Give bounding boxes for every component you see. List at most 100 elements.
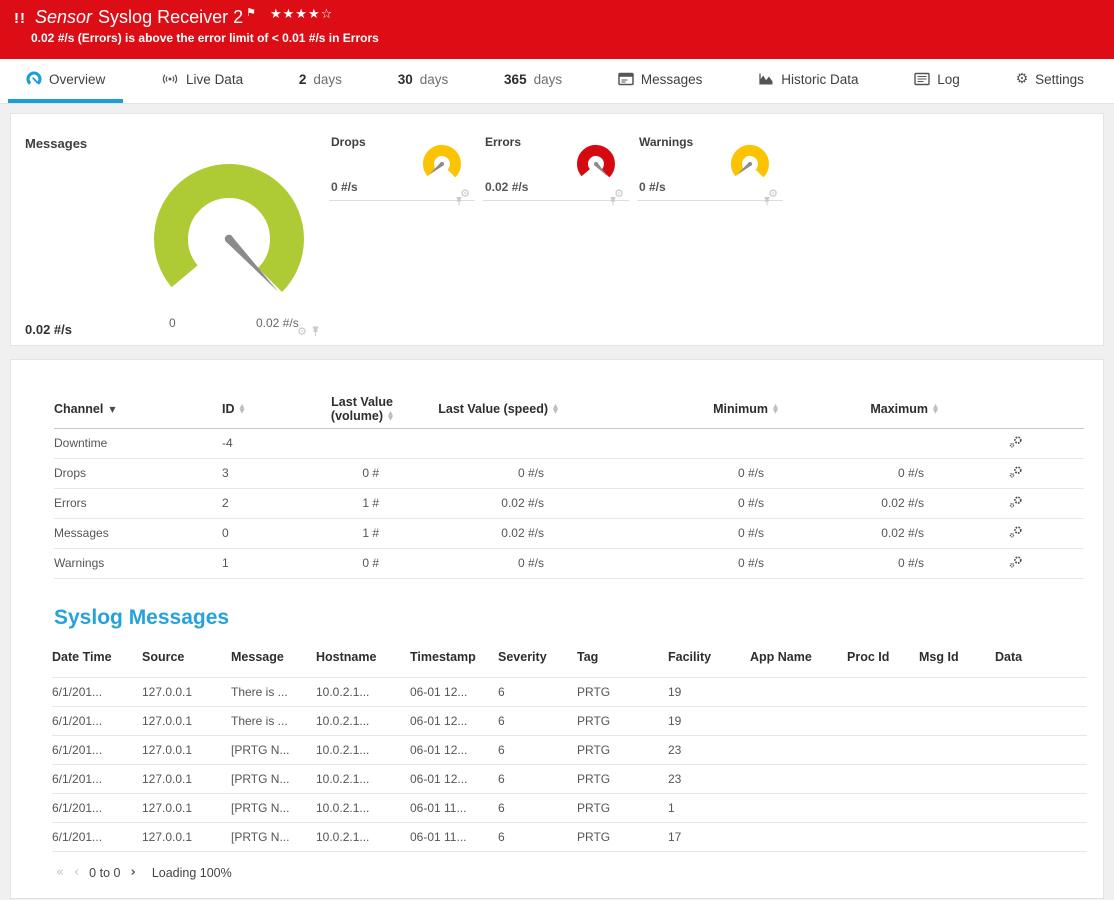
column-header-last-value-volume[interactable]: Last Value (volume)▲▼ — [291, 390, 424, 428]
tab-number: 365 — [504, 72, 527, 87]
cell-source: 127.0.0.1 — [142, 794, 231, 823]
sensor-status-message: 0.02 #/s (Errors) is above the error lim… — [31, 31, 1100, 45]
tab-label: days — [534, 72, 563, 87]
channel-settings-icon[interactable] — [1009, 465, 1023, 482]
cell-source: 127.0.0.1 — [142, 678, 231, 707]
channel-settings-icon[interactable] — [1009, 555, 1023, 572]
cell-proc-id — [847, 765, 919, 794]
cell-tag: PRTG — [577, 765, 668, 794]
mini-gauge-dial — [419, 143, 465, 189]
channel-min: 0 #/s — [589, 458, 809, 488]
cell-data — [995, 765, 1087, 794]
cell-proc-id — [847, 823, 919, 852]
channel-settings-icon[interactable] — [1009, 435, 1023, 452]
cell-severity: 6 — [498, 678, 577, 707]
channel-settings-icon[interactable] — [1009, 495, 1023, 512]
tab-label: Overview — [49, 72, 105, 87]
channel-name: Downtime — [54, 428, 216, 458]
column-header-id[interactable]: ID▲▼ — [216, 390, 291, 428]
tab-label: Messages — [641, 72, 703, 87]
column-header-message: Message — [231, 638, 316, 678]
stars-filled[interactable]: ★★★★ — [270, 7, 321, 22]
cell-hostname: 10.0.2.1... — [316, 823, 410, 852]
cell-timestamp: 06-01 12... — [410, 678, 498, 707]
cell-msg-id — [919, 765, 995, 794]
cell-proc-id — [847, 707, 919, 736]
tab-30-days[interactable]: 30 days — [380, 59, 467, 103]
prev-page-button[interactable]: ‹ — [74, 865, 79, 880]
cell-data — [995, 736, 1087, 765]
flag-icon[interactable]: ⚑ — [246, 6, 256, 19]
object-kind-label: Sensor — [35, 7, 92, 28]
column-header-channel[interactable]: Channel▼ — [54, 390, 216, 428]
message-window-icon — [618, 72, 634, 86]
cell-hostname: 10.0.2.1... — [316, 794, 410, 823]
sensor-tabbar: Overview Live Data 2 days 30 days 365 da… — [0, 59, 1114, 104]
loading-status: Loading 100% — [152, 866, 232, 880]
page-range-label: 0 to 0 — [89, 866, 120, 880]
channel-volume: 1 # — [291, 518, 424, 548]
priority-stars[interactable]: ★★★★☆ — [270, 7, 333, 22]
syslog-table: Date Time Source Message Hostname Timest… — [52, 638, 1087, 853]
cell-severity: 6 — [498, 736, 577, 765]
tab-label: Log — [937, 72, 960, 87]
tab-live-data[interactable]: Live Data — [143, 59, 261, 103]
gauge-settings-icon[interactable]: ⚙ — [297, 326, 307, 337]
channel-min: 0 #/s — [589, 518, 809, 548]
tab-2-days[interactable]: 2 days — [281, 59, 360, 103]
tab-365-days[interactable]: 365 days — [486, 59, 580, 103]
gauge-scale-max: 0.02 #/s — [256, 316, 299, 330]
page-title: Syslog Receiver 2 — [98, 7, 243, 28]
channel-name: Errors — [54, 488, 216, 518]
channel-volume: 0 # — [291, 548, 424, 578]
channels-header-row: Channel▼ ID▲▼ Last Value (volume)▲▼ Last… — [54, 390, 1084, 428]
cell-tag: PRTG — [577, 823, 668, 852]
star-empty[interactable]: ☆ — [321, 7, 334, 22]
column-header-last-value-speed[interactable]: Last Value (speed)▲▼ — [424, 390, 589, 428]
column-header-minimum[interactable]: Minimum▲▼ — [589, 390, 809, 428]
column-header-proc-id: Proc Id — [847, 638, 919, 678]
tab-overview[interactable]: Overview — [8, 59, 123, 103]
channel-row: Errors 2 1 # 0.02 #/s 0 #/s 0.02 #/s — [54, 488, 1084, 518]
sort-icon: ▲▼ — [240, 404, 245, 414]
cell-message: [PRTG N... — [231, 736, 316, 765]
channel-speed: 0 #/s — [424, 548, 589, 578]
cell-timestamp: 06-01 12... — [410, 736, 498, 765]
cell-hostname: 10.0.2.1... — [316, 765, 410, 794]
tab-number: 30 — [398, 72, 413, 87]
mini-gauge-label: Warnings — [639, 135, 693, 149]
channel-max: 0 #/s — [809, 458, 969, 488]
cell-msg-id — [919, 823, 995, 852]
channel-settings-icon[interactable] — [1009, 525, 1023, 542]
cell-timestamp: 06-01 12... — [410, 765, 498, 794]
cell-severity: 6 — [498, 707, 577, 736]
channel-min — [589, 428, 809, 458]
channel-max — [809, 428, 969, 458]
tab-number: 2 — [299, 72, 307, 87]
pin-icon[interactable] — [311, 325, 320, 337]
cell-facility: 19 — [668, 707, 750, 736]
cell-app-name — [750, 707, 847, 736]
tab-log[interactable]: Log — [896, 59, 978, 103]
channel-speed: 0.02 #/s — [424, 488, 589, 518]
cell-data — [995, 678, 1087, 707]
first-page-button[interactable]: « — [56, 865, 64, 880]
cell-msg-id — [919, 707, 995, 736]
next-page-button[interactable]: › — [130, 865, 135, 880]
channel-id: 0 — [216, 518, 291, 548]
channel-min: 0 #/s — [589, 548, 809, 578]
tab-messages[interactable]: Messages — [600, 59, 721, 103]
syslog-row: 6/1/201... 127.0.0.1 There is ... 10.0.2… — [52, 707, 1087, 736]
cell-message: There is ... — [231, 707, 316, 736]
cell-msg-id — [919, 794, 995, 823]
cell-source: 127.0.0.1 — [142, 707, 231, 736]
tab-settings[interactable]: ⚙ Settings — [998, 59, 1102, 103]
channel-max: 0.02 #/s — [809, 488, 969, 518]
sort-icon: ▲▼ — [553, 404, 558, 414]
column-header-maximum[interactable]: Maximum▲▼ — [809, 390, 969, 428]
cell-date-time: 6/1/201... — [52, 823, 142, 852]
mini-gauge-value: 0 #/s — [639, 180, 666, 194]
cell-proc-id — [847, 794, 919, 823]
channel-speed — [424, 428, 589, 458]
tab-historic-data[interactable]: Historic Data — [740, 59, 876, 103]
